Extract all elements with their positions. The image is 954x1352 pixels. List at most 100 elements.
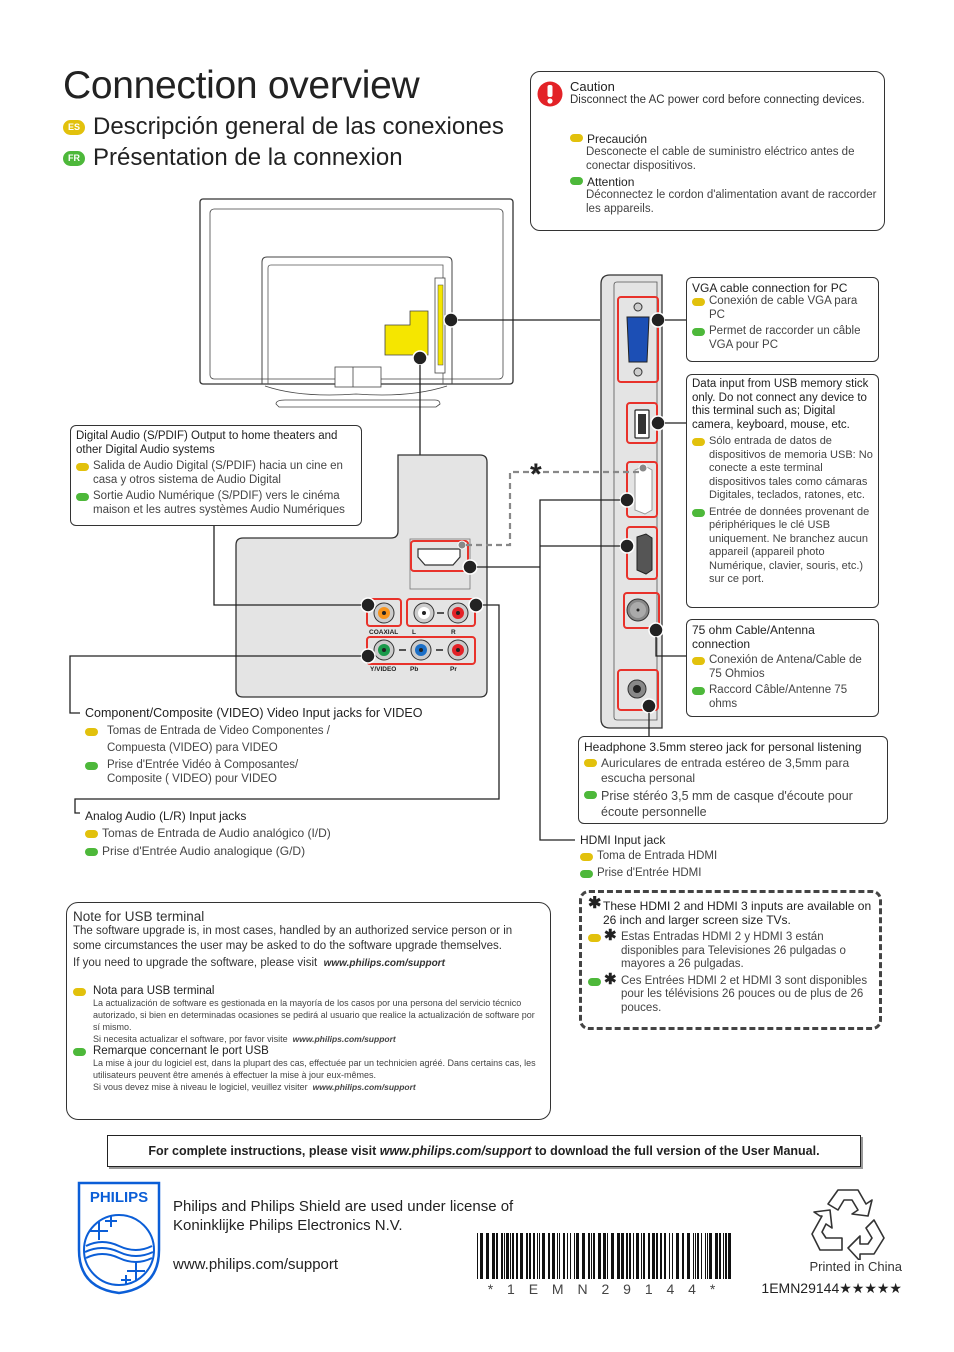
es-dot-icon: [692, 438, 705, 446]
usb-note-link[interactable]: www.philips.com/support: [324, 958, 445, 969]
analog-audio-es: Tomas de Entrada de Audio analógico (I/D…: [102, 826, 331, 840]
barcode-bar: [520, 1233, 523, 1279]
recycle-icon: [811, 1189, 885, 1260]
vga-es: Conexión de cable VGA para PC: [709, 295, 858, 321]
coaxial-label: COAXIAL: [369, 629, 398, 636]
barcode-bar: [539, 1233, 540, 1279]
usb-en: Data input from USB memory stick only. D…: [692, 378, 869, 431]
usb-note-es-title: Nota para USB terminal: [93, 985, 215, 997]
barcode-bar: [559, 1233, 560, 1279]
hdmi-fr: Prise d'Entrée HDMI: [597, 866, 702, 879]
barcode-bar: [643, 1233, 645, 1279]
fr-dot-icon: [85, 847, 98, 856]
barcode-bar: [728, 1233, 731, 1279]
barcode-bar: [656, 1233, 658, 1279]
es-dot-icon: [584, 759, 597, 767]
printed-in-china: Printed in China: [809, 1259, 903, 1274]
antenna-callout: 75 ohm Cable/Antenna connection Conexión…: [686, 619, 879, 717]
barcode-bar: [526, 1233, 528, 1279]
barcode: [477, 1233, 731, 1279]
barcode-bar: [672, 1233, 673, 1279]
instructions-banner: For complete instructions, please visit …: [107, 1135, 861, 1167]
antenna-en: 75 ohm Cable/Antenna connection: [692, 623, 815, 651]
barcode-bar: [582, 1233, 585, 1279]
usb-es: Sólo entrada de datos de dispositivos de…: [709, 435, 873, 501]
barcode-bar: [660, 1233, 662, 1279]
barcode-bar: [570, 1233, 571, 1279]
instructions-link[interactable]: www.philips.com/support: [380, 1144, 532, 1158]
usb-note-es-link[interactable]: www.philips.com/support: [293, 1034, 396, 1044]
barcode-bar: [648, 1233, 650, 1279]
headphone-fr: Prise stéréo 3,5 mm de casque d'écoute p…: [601, 789, 853, 819]
vga-port-icon: [626, 316, 650, 363]
footer-website[interactable]: www.philips.com/support: [173, 1256, 338, 1273]
barcode-bar: [593, 1233, 595, 1279]
barcode-bar: [542, 1233, 545, 1279]
barcode-bar: [715, 1233, 718, 1279]
barcode-bar: [687, 1233, 690, 1279]
hdmi-note-fr: Ces Entrées HDMI 2 et HDMI 3 sont dispon…: [621, 974, 868, 1014]
license-line1: Philips and Philips Shield are used unde…: [173, 1198, 514, 1215]
es-dot-icon: [692, 657, 705, 665]
usb-fr: Entrée de données provenant de périphéri…: [709, 505, 870, 586]
barcode-bar: [652, 1233, 655, 1279]
barcode-bar: [664, 1233, 666, 1279]
barcode-bar: [598, 1233, 601, 1279]
es-dot-icon: [588, 934, 601, 942]
headphone-en: Headphone 3.5mm stereo jack for personal…: [584, 740, 862, 754]
barcode-bar: [603, 1233, 606, 1279]
asterisk-icon: ✱: [604, 927, 617, 944]
hdmi-note-box: ✱ These HDMI 2 and HDMI 3 inputs are avai…: [579, 890, 882, 1030]
analog-audio-callout: Analog Audio (L/R) Input jacks Tomas de …: [85, 809, 405, 858]
instructions-post: to download the full version of the User…: [534, 1144, 820, 1158]
headphone-callout: Headphone 3.5mm stereo jack for personal…: [578, 736, 888, 824]
barcode-bar: [506, 1233, 509, 1279]
barcode-bar: [529, 1233, 531, 1279]
fr-dot-icon: [85, 762, 98, 770]
barcode-bar: [492, 1233, 495, 1279]
barcode-bar: [607, 1233, 608, 1279]
philips-logo-text: PHILIPS: [90, 1189, 148, 1206]
usb-note-title: Note for USB terminal: [73, 909, 205, 924]
barcode-bar: [537, 1233, 538, 1279]
barcode-bar: [480, 1233, 483, 1279]
hdmi2-port-icon: [634, 465, 653, 515]
digital-audio-fr: Sortie Audio Numérique (S/PDIF) vers le …: [93, 490, 345, 516]
barcode-bar: [512, 1233, 514, 1279]
barcode-text: * 1 E M N 2 9 1 4 4 *: [487, 1281, 721, 1297]
barcode-bar: [617, 1233, 620, 1279]
usb-note-es-visit: Si necesita actualizar el software, por …: [93, 1034, 288, 1044]
hdmi-callout: HDMI Input jack Toma de Entrada HDMI Pri…: [580, 833, 880, 880]
hdmi-es: Toma de Entrada HDMI: [597, 850, 718, 862]
vga-callout: VGA cable connection for PC Conexión de …: [686, 277, 879, 362]
usb-callout: Data input from USB memory stick only. D…: [686, 374, 879, 608]
barcode-bar: [707, 1233, 708, 1279]
usb-note-fr-link[interactable]: www.philips.com/support: [313, 1082, 416, 1092]
barcode-bar: [695, 1233, 696, 1279]
barcode-bar: [504, 1233, 505, 1279]
headphone-es: Auriculares de entrada estéreo de 3,5mm …: [601, 756, 850, 785]
barcode-bar: [591, 1233, 592, 1279]
es-dot-icon: [73, 988, 86, 996]
fr-dot-icon: [588, 977, 601, 986]
hdmi-note-es: Estas Entradas HDMI 2 y HDMI 3 están dis…: [621, 931, 846, 970]
component-es: Tomas de Entrada de Video Componentes / …: [107, 725, 330, 754]
barcode-bar: [629, 1233, 631, 1279]
analog-audio-fr: Prise d'Entrée Audio analogique (G/D): [102, 843, 306, 858]
r-label: R: [451, 629, 456, 636]
barcode-bar: [676, 1233, 679, 1279]
analog-audio-en: Analog Audio (L/R) Input jacks: [85, 809, 247, 823]
hdmi-note-en: These HDMI 2 and HDMI 3 inputs are avail…: [603, 899, 872, 927]
barcode-bar: [669, 1233, 670, 1279]
fr-dot-icon: [692, 328, 705, 336]
vga-fr: Permet de raccorder un câble VGA pour PC: [709, 325, 861, 351]
asterisk-icon: ✱: [588, 895, 602, 912]
barcode-bar: [701, 1233, 702, 1279]
barcode-bar: [709, 1233, 712, 1279]
component-en: Component/Composite (VIDEO) Video Input …: [85, 706, 423, 720]
barcode-bar: [477, 1233, 478, 1279]
philips-shield-logo: PHILIPS: [77, 1181, 161, 1295]
pb-label: Pb: [410, 666, 418, 673]
instructions-pre: For complete instructions, please visit: [148, 1144, 377, 1158]
usb-note-fr-visit: Si vous devez mise à niveau le logiciel,…: [93, 1082, 308, 1092]
